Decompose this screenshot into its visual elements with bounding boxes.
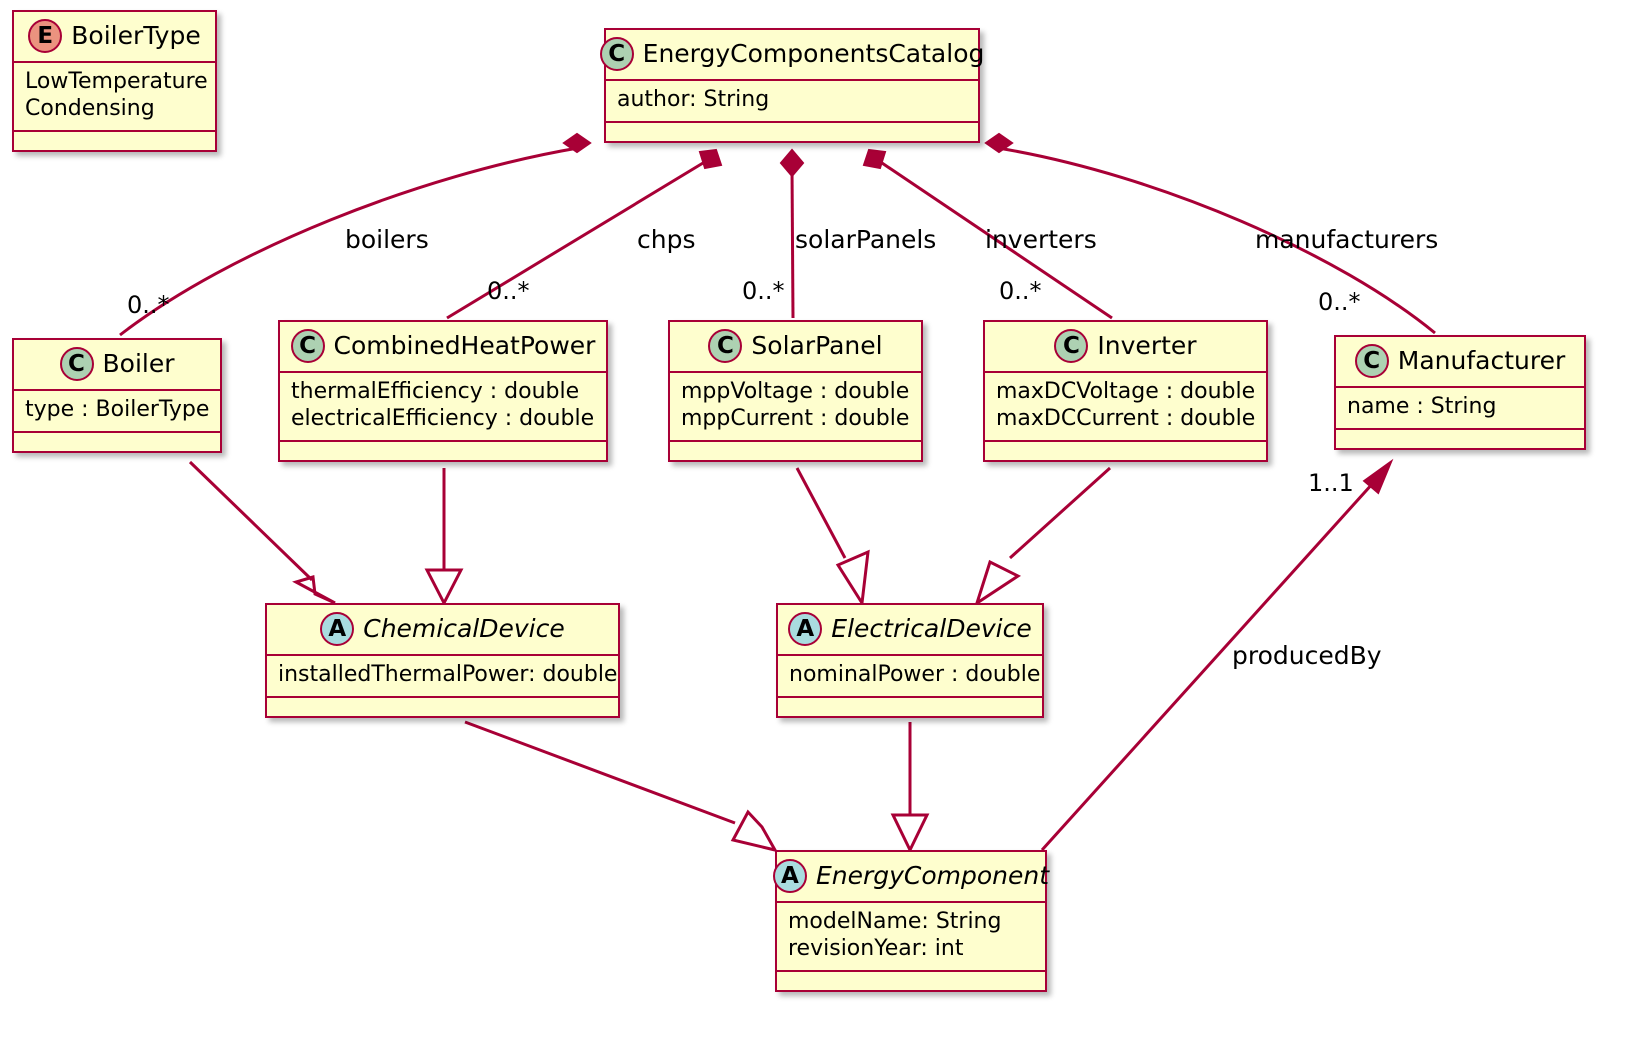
class-header-energycomponent: A EnergyComponent <box>772 852 1049 903</box>
class-box-solarpanel[interactable]: C SolarPanel mppVoltage : double mppCurr… <box>668 320 923 462</box>
class-box-chemicaldevice[interactable]: A ChemicalDevice installedThermalPower: … <box>265 603 620 718</box>
methods-compartment <box>778 698 1042 716</box>
class-name-energycomponentscatalog: EnergyComponentsCatalog <box>642 38 985 68</box>
class-name-manufacturer: Manufacturer <box>1397 345 1566 375</box>
enum-values-boilertype: LowTemperature Condensing <box>14 63 215 132</box>
class-header-manufacturer: C Manufacturer <box>1336 337 1584 388</box>
attributes-boiler: type : BoilerType <box>14 391 220 433</box>
methods-compartment <box>670 442 921 460</box>
abstract-stereotype-icon: A <box>320 612 355 646</box>
edge-label-producedby: producedBy <box>1232 641 1382 670</box>
attribute: maxDCVoltage : double <box>996 379 1256 404</box>
class-header-chemicaldevice: A ChemicalDevice <box>267 605 618 656</box>
class-name-combinedheatpower: CombinedHeatPower <box>333 330 596 360</box>
enum-value: LowTemperature <box>25 69 208 94</box>
class-box-boilertype[interactable]: E BoilerType LowTemperature Condensing <box>12 10 217 152</box>
edge-label-chps: chps <box>637 225 696 254</box>
class-header-solarpanel: C SolarPanel <box>670 322 921 373</box>
class-box-manufacturer[interactable]: C Manufacturer name : String <box>1334 335 1586 450</box>
class-header-energycomponentscatalog: C EnergyComponentsCatalog <box>599 30 984 81</box>
attribute: name : String <box>1347 394 1497 419</box>
attribute: mppVoltage : double <box>681 379 910 404</box>
class-box-electricaldevice[interactable]: A ElectricalDevice nominalPower : double <box>776 603 1044 718</box>
class-box-inverter[interactable]: C Inverter maxDCVoltage : double maxDCCu… <box>983 320 1268 462</box>
class-name-electricaldevice: ElectricalDevice <box>831 613 1032 643</box>
multiplicity-solarpanels: 0..* <box>742 277 785 305</box>
methods-compartment <box>14 433 220 451</box>
class-name-inverter: Inverter <box>1097 330 1197 360</box>
attributes-chemicaldevice: installedThermalPower: double <box>267 656 618 698</box>
attribute: mppCurrent : double <box>681 405 910 431</box>
multiplicity-producedby: 1..1 <box>1308 469 1354 497</box>
edge-label-solarpanels: solarPanels <box>795 225 937 254</box>
enum-stereotype-icon: E <box>28 19 63 53</box>
multiplicity-boilers: 0..* <box>127 291 170 319</box>
class-name-boilertype: BoilerType <box>71 20 201 50</box>
class-name-energycomponent: EnergyComponent <box>815 860 1050 890</box>
class-header-electricaldevice: A ElectricalDevice <box>778 605 1042 656</box>
attribute: maxDCCurrent : double <box>996 405 1256 431</box>
edge-chemicaldevice-generalization <box>464 720 778 853</box>
class-name-chemicaldevice: ChemicalDevice <box>363 613 565 643</box>
attribute: thermalEfficiency : double <box>291 379 580 404</box>
attributes-manufacturer: name : String <box>1336 388 1584 430</box>
multiplicity-manufacturers: 0..* <box>1318 288 1361 316</box>
class-stereotype-icon: C <box>1054 329 1089 363</box>
edge-label-manufacturers: manufacturers <box>1255 225 1439 254</box>
attribute: nominalPower : double <box>789 662 1041 687</box>
methods-compartment <box>280 442 606 460</box>
class-stereotype-icon: C <box>59 347 94 381</box>
attribute: author: String <box>617 87 770 112</box>
attribute: installedThermalPower: double <box>278 662 618 687</box>
enum-value: Condensing <box>25 95 155 121</box>
multiplicity-inverters: 0..* <box>999 277 1042 305</box>
methods-compartment <box>606 123 978 141</box>
attributes-energycomponent: modelName: String revisionYear: int <box>777 903 1045 972</box>
attribute: modelName: String <box>788 909 1002 934</box>
attributes-inverter: maxDCVoltage : double maxDCCurrent : dou… <box>985 373 1266 442</box>
edge-electricaldevice-generalization <box>890 722 930 854</box>
edge-label-inverters: inverters <box>985 225 1097 254</box>
attribute: electricalEfficiency : double <box>291 405 595 431</box>
attributes-solarpanel: mppVoltage : double mppCurrent : double <box>670 373 921 442</box>
class-box-energycomponentscatalog[interactable]: C EnergyComponentsCatalog author: String <box>599 28 984 143</box>
attributes-combinedheatpower: thermalEfficiency : double electricalEff… <box>280 373 606 442</box>
methods-compartment <box>14 132 215 150</box>
class-stereotype-icon: C <box>708 329 743 363</box>
attribute: revisionYear: int <box>788 935 964 961</box>
edge-label-boilers: boilers <box>345 225 429 254</box>
class-stereotype-icon: C <box>1354 344 1389 378</box>
attribute: type : BoilerType <box>25 397 210 422</box>
class-stereotype-icon: C <box>290 329 325 363</box>
abstract-stereotype-icon: A <box>772 859 807 893</box>
class-header-boilertype: E BoilerType <box>14 12 215 63</box>
uml-class-diagram-canvas: E BoilerType LowTemperature Condensing C… <box>0 0 1639 1058</box>
class-header-inverter: C Inverter <box>985 322 1266 373</box>
methods-compartment <box>267 698 618 716</box>
edge-chp-generalization <box>424 468 464 607</box>
multiplicity-chps: 0..* <box>487 277 530 305</box>
class-box-combinedheatpower[interactable]: C CombinedHeatPower thermalEfficiency : … <box>278 320 608 462</box>
class-name-boiler: Boiler <box>102 348 175 378</box>
class-box-boiler[interactable]: C Boiler type : BoilerType <box>12 338 222 453</box>
attributes-electricaldevice: nominalPower : double <box>778 656 1042 698</box>
class-box-energycomponent[interactable]: A EnergyComponent modelName: String revi… <box>772 850 1049 992</box>
methods-compartment <box>777 972 1045 990</box>
edge-solar-generalization <box>795 467 870 608</box>
attributes-energycomponentscatalog: author: String <box>606 81 978 123</box>
edge-boiler-generalization <box>188 460 336 605</box>
abstract-stereotype-icon: A <box>788 612 823 646</box>
class-header-combinedheatpower: C CombinedHeatPower <box>280 322 606 373</box>
edge-inverter-generalization <box>974 466 1112 607</box>
methods-compartment <box>985 442 1266 460</box>
class-name-solarpanel: SolarPanel <box>751 330 883 360</box>
class-stereotype-icon: C <box>599 37 634 71</box>
methods-compartment <box>1336 430 1584 448</box>
class-header-boiler: C Boiler <box>14 340 220 391</box>
